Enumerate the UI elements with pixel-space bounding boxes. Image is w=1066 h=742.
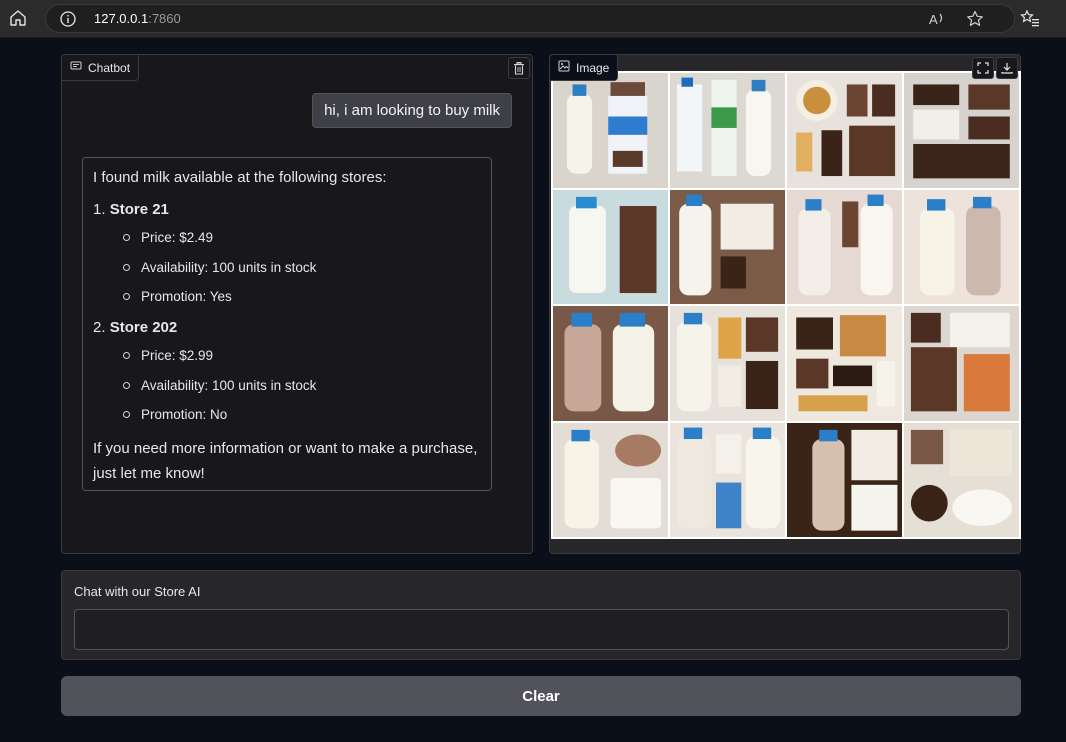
store-detail-price: Price: $2.99: [123, 347, 481, 365]
store-number: 2.: [93, 318, 106, 336]
chatbot-label: Chatbot: [62, 55, 140, 81]
image-controls: [972, 57, 1018, 79]
image-tile: [787, 422, 902, 537]
store-number: 1.: [93, 200, 106, 218]
read-aloud-icon[interactable]: A: [928, 10, 946, 28]
store-detail-availability: Availability: 100 units in stock: [123, 259, 481, 277]
chatbot-label-text: Chatbot: [88, 60, 131, 75]
url-host: 127.0.0.1: [94, 11, 149, 26]
image-tile: [787, 73, 902, 188]
bot-message-bubble: I found milk available at the following …: [82, 157, 492, 491]
fullscreen-icon[interactable]: [972, 57, 994, 79]
store-details-list: Price: $2.99 Availability: 100 units in …: [123, 347, 481, 424]
chat-input-panel: Chat with our Store AI: [61, 570, 1021, 660]
store-detail-availability: Availability: 100 units in stock: [123, 377, 481, 395]
bot-intro: I found milk available at the following …: [93, 169, 387, 186]
store-detail-promotion: Promotion: No: [123, 406, 481, 424]
store-name: Store 202: [109, 318, 178, 336]
address-bar[interactable]: 127.0.0.1:7860 A: [45, 4, 1015, 33]
image-tile: [670, 306, 785, 421]
image-tile: [670, 73, 785, 188]
store-item: 2. Store 202: [93, 318, 481, 338]
user-message-bubble: hi, i am looking to buy milk: [312, 93, 512, 128]
image-tile: [670, 189, 785, 304]
image-icon: [558, 60, 570, 75]
browser-toolbar: 127.0.0.1:7860 A: [0, 0, 1066, 38]
product-image: [551, 71, 1021, 539]
home-icon[interactable]: [6, 6, 30, 30]
store-name: Store 21: [109, 200, 169, 218]
image-tile: [553, 73, 668, 188]
image-tile: [904, 73, 1019, 188]
favorites-list-icon[interactable]: [1020, 9, 1040, 29]
app-container: Chatbot hi, i am looking to buy milk I f…: [0, 38, 1066, 742]
favorite-star-icon[interactable]: [966, 10, 984, 28]
url-text: 127.0.0.1:7860: [94, 11, 181, 26]
chat-icon: [70, 60, 82, 75]
image-tile: [553, 306, 668, 421]
clear-button[interactable]: Clear: [61, 676, 1021, 716]
image-tile: [787, 189, 902, 304]
store-detail-promotion: Promotion: Yes: [123, 288, 481, 306]
image-tile: [553, 189, 668, 304]
chat-input-label: Chat with our Store AI: [74, 584, 201, 599]
info-icon[interactable]: [60, 11, 76, 27]
store-details-list: Price: $2.49 Availability: 100 units in …: [123, 229, 481, 306]
bot-outro: If you need more information or want to …: [93, 439, 478, 483]
store-item: 1. Store 21: [93, 200, 481, 220]
chatbot-panel: Chatbot hi, i am looking to buy milk I f…: [61, 54, 533, 554]
image-tile: [904, 189, 1019, 304]
image-tile: [904, 422, 1019, 537]
url-port: :7860: [148, 11, 181, 26]
image-tile: [553, 422, 668, 537]
clear-chat-trash-icon[interactable]: [508, 57, 530, 79]
image-tile: [787, 306, 902, 421]
download-icon[interactable]: [996, 57, 1018, 79]
svg-text:A: A: [929, 12, 938, 27]
chat-input[interactable]: [74, 609, 1009, 650]
image-tile: [904, 306, 1019, 421]
store-detail-price: Price: $2.49: [123, 229, 481, 247]
image-panel: Image: [549, 54, 1021, 554]
image-label: Image: [550, 55, 619, 81]
image-tile: [670, 422, 785, 537]
image-label-text: Image: [576, 60, 610, 75]
